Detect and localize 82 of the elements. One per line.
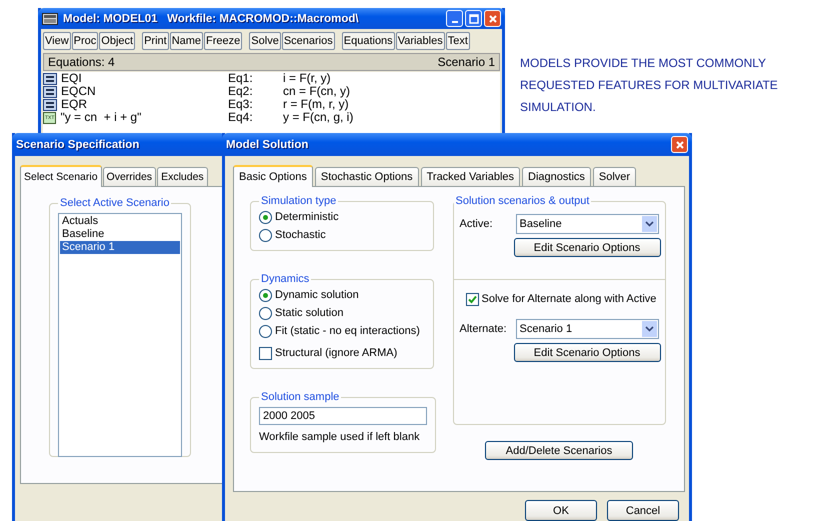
- group-title: Solution sample: [260, 391, 340, 403]
- equation-label: Eq3:: [228, 98, 254, 111]
- close-icon: [674, 140, 684, 150]
- object-name[interactable]: "y = cn + i + g": [60, 111, 142, 124]
- caption-text: MODELS PROVIDE THE MOST COMMONLY REQUESTED FEATURES FOR MULTIVARIATE SIMULATION.: [520, 55, 779, 116]
- equation-count: Equations: 4: [48, 55, 115, 69]
- group-title: Solution scenarios & output: [454, 195, 590, 207]
- tab[interactable]: Solver: [592, 167, 636, 186]
- toolbar-button[interactable]: Text: [446, 32, 470, 50]
- scenario-name: Scenario 1: [438, 55, 495, 69]
- tab[interactable]: Tracked Variables: [420, 167, 520, 186]
- field-label: Active:: [460, 218, 494, 230]
- maximize-icon: [468, 14, 478, 24]
- toolbar-button[interactable]: Solve: [249, 32, 281, 50]
- tab[interactable]: Basic Options: [233, 165, 313, 187]
- toolbar-button[interactable]: View: [43, 32, 71, 50]
- toolbar-button[interactable]: Print: [142, 32, 169, 50]
- dialog-button[interactable]: OK: [525, 500, 597, 521]
- equation-icon: [43, 98, 57, 110]
- group-title: Select Active Scenario: [59, 197, 170, 209]
- toolbar-button[interactable]: Object: [99, 32, 136, 50]
- tab[interactable]: Stochastic Options: [314, 167, 419, 186]
- active-dropdown[interactable]: Baseline: [516, 214, 658, 234]
- window-icon: [42, 12, 58, 24]
- tab[interactable]: Excludes: [157, 167, 208, 186]
- dialog-button[interactable]: Cancel: [607, 500, 679, 521]
- equation-label: Eq1:: [228, 72, 254, 85]
- tab[interactable]: Diagnostics: [522, 167, 591, 186]
- group-title: Dynamics: [260, 273, 310, 285]
- field-label: Alternate:: [460, 323, 508, 335]
- equation-label: Eq2:: [228, 85, 254, 98]
- edit-scenario-options-button[interactable]: Edit Scenario Options: [514, 343, 660, 362]
- equation-formula: r = F(m, r, y): [283, 98, 349, 111]
- toolbar-button[interactable]: Freeze: [204, 32, 242, 50]
- toolbar-button[interactable]: Proc: [72, 32, 98, 50]
- option-label: Structural (ignore ARMA): [275, 347, 398, 359]
- option-label: Deterministic: [275, 211, 339, 223]
- maximize-button[interactable]: [465, 10, 482, 27]
- close-button[interactable]: [671, 136, 688, 153]
- list-item[interactable]: Scenario 1: [60, 241, 180, 254]
- window-title: Model Solution: [226, 138, 310, 150]
- tab[interactable]: Overrides: [102, 167, 156, 186]
- toolbar-button[interactable]: Variables: [396, 32, 445, 50]
- equation-label: Eq4:: [228, 111, 254, 124]
- list-item[interactable]: Baseline: [60, 228, 180, 241]
- object-name[interactable]: EQI: [61, 72, 82, 85]
- option-label: Stochastic: [275, 229, 326, 241]
- edit-scenario-options-button[interactable]: Edit Scenario Options: [514, 238, 660, 257]
- checkbox[interactable]: [259, 346, 272, 360]
- add-delete-scenarios-button[interactable]: Add/Delete Scenarios: [485, 441, 633, 460]
- radio-button[interactable]: [259, 324, 272, 338]
- toolbar-button[interactable]: Equations: [342, 32, 395, 50]
- option-label: Fit (static - no eq interactions): [275, 325, 420, 337]
- option-label: Solve for Alternate along with Active: [482, 293, 656, 305]
- minimize-icon: [452, 20, 458, 22]
- tab[interactable]: Select Scenario: [20, 165, 102, 187]
- list-item[interactable]: Actuals: [60, 215, 180, 228]
- group-title: Simulation type: [260, 195, 338, 207]
- object-name[interactable]: EQCN: [61, 85, 96, 98]
- equation-formula: y = F(cn, g, i): [283, 111, 354, 124]
- radio-button[interactable]: [259, 228, 272, 242]
- alternate-dropdown[interactable]: Scenario 1: [516, 319, 658, 339]
- radio-button[interactable]: [259, 288, 272, 302]
- option-label: Dynamic solution: [275, 289, 359, 301]
- window-title: Scenario Specification: [16, 138, 140, 150]
- equation-icon: [43, 86, 57, 98]
- equation-formula: cn = F(cn, y): [283, 85, 352, 98]
- close-button[interactable]: [484, 10, 501, 27]
- checkbox[interactable]: [466, 292, 478, 306]
- window-title: Model: MODEL01 Workfile: MACROMOD::Macromod\: [63, 12, 360, 24]
- object-name[interactable]: EQR: [61, 98, 88, 111]
- equation-formula: i = F(r, y): [283, 72, 332, 85]
- toolbar-button[interactable]: Scenarios: [282, 32, 335, 50]
- option-label: Static solution: [275, 307, 344, 319]
- radio-button[interactable]: [259, 306, 272, 320]
- sample-input-field[interactable]: 2000 2005: [259, 407, 427, 425]
- minimize-button[interactable]: [446, 10, 463, 27]
- radio-button[interactable]: [259, 210, 272, 224]
- equation-icon: [43, 72, 57, 84]
- close-icon: [488, 14, 498, 24]
- toolbar-button[interactable]: Name: [170, 32, 204, 50]
- hint-text: Workfile sample used if left blank: [259, 431, 421, 443]
